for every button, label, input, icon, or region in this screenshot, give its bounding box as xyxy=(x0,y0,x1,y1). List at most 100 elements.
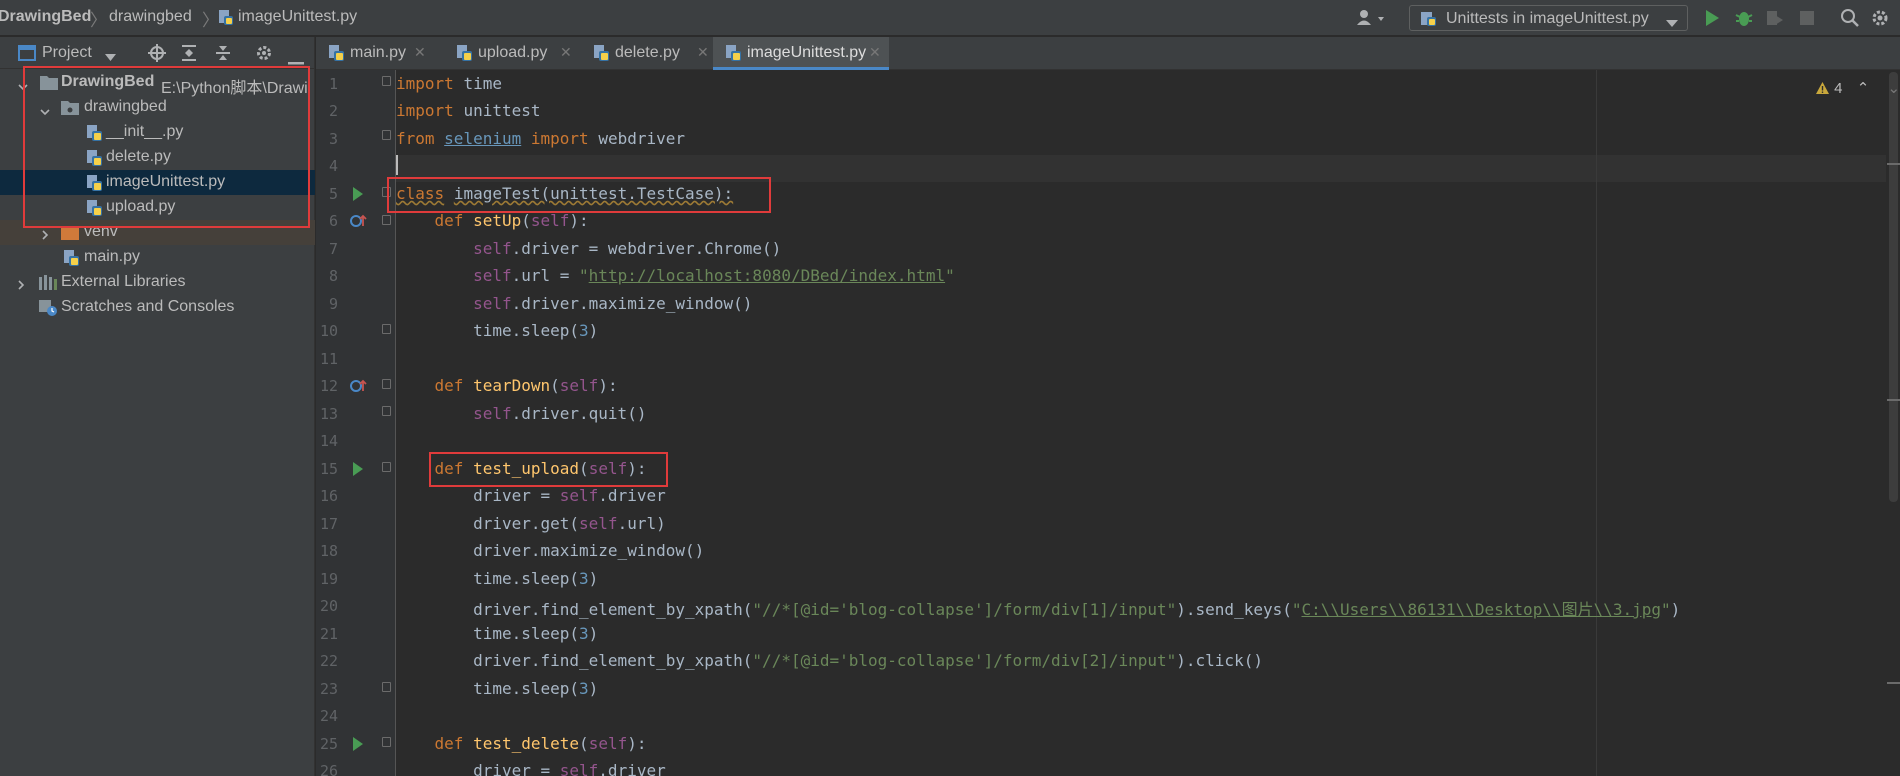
tab-label: upload.py xyxy=(478,44,548,61)
code-token: def xyxy=(434,376,464,395)
annotation-highlight-box xyxy=(429,452,668,487)
override-method-icon[interactable] xyxy=(350,379,368,397)
line-number: 4 xyxy=(328,157,338,175)
code-line-12: def tearDown(self): xyxy=(434,376,618,395)
editor-scrollbar[interactable] xyxy=(1889,72,1898,502)
code-token: import xyxy=(396,74,454,93)
chevron-down-icon xyxy=(1666,15,1678,32)
code-line-18: driver.maximize_window() xyxy=(396,541,705,560)
search-icon[interactable] xyxy=(1840,8,1860,32)
code-token: import xyxy=(530,129,589,148)
settings-gear-icon[interactable] xyxy=(255,44,273,66)
code-token: self xyxy=(473,266,512,285)
stop-icon[interactable] xyxy=(1800,11,1814,29)
tree-item-label: External Libraries xyxy=(61,273,186,290)
close-icon[interactable]: ✕ xyxy=(414,44,426,61)
tree-item-scratches[interactable]: Scratches and Consoles xyxy=(0,295,315,320)
locate-target-icon[interactable] xyxy=(148,44,166,66)
scroll-marker xyxy=(1887,163,1900,165)
fold-icon[interactable] xyxy=(382,737,391,747)
line-number: 1 xyxy=(328,75,338,93)
code-token: def xyxy=(434,734,464,753)
expand-all-icon[interactable] xyxy=(181,44,197,66)
code-line-22: driver.find_element_by_xpath("//*[@id='b… xyxy=(396,651,1263,670)
code-token: from xyxy=(396,129,435,148)
close-icon[interactable]: ✕ xyxy=(697,44,709,61)
code-token: webdriver xyxy=(598,129,686,148)
run-test-icon[interactable] xyxy=(353,187,363,201)
run-configuration-label: Unittests in imageUnittest.py xyxy=(1446,10,1649,27)
run-test-icon[interactable] xyxy=(353,462,363,476)
code-line-8: self.url = "http://localhost:8080/DBed/i… xyxy=(473,266,955,285)
tree-item-label: main.py xyxy=(84,248,141,265)
chevron-up-icon[interactable]: ⌃ xyxy=(1857,80,1870,97)
line-number: 15 xyxy=(319,460,338,478)
code-token: test_delete xyxy=(473,734,580,753)
fold-icon[interactable] xyxy=(382,76,391,86)
editor-gutter xyxy=(316,70,396,776)
scroll-marker xyxy=(1887,399,1900,401)
tree-item-main[interactable]: main.py xyxy=(0,245,315,270)
debug-icon[interactable] xyxy=(1735,9,1753,31)
line-number: 7 xyxy=(328,240,338,258)
run-with-coverage-icon[interactable] xyxy=(1765,9,1785,31)
python-run-icon xyxy=(1420,11,1440,31)
breadcrumb-project[interactable]: DrawingBed xyxy=(0,8,91,26)
python-file-icon xyxy=(63,249,80,271)
code-line-25: def test_delete(self): xyxy=(434,734,647,753)
fold-icon[interactable] xyxy=(382,379,391,389)
annotation-highlight-box xyxy=(23,66,310,228)
vcs-user-icon[interactable] xyxy=(1356,9,1386,31)
tab-upload[interactable]: upload.py ✕ xyxy=(444,37,578,70)
line-number: 22 xyxy=(319,652,338,670)
fold-icon[interactable] xyxy=(382,406,391,416)
run-test-icon[interactable] xyxy=(353,737,363,751)
run-icon[interactable] xyxy=(1704,9,1720,31)
breadcrumb-folder[interactable]: drawingbed xyxy=(109,8,192,26)
code-line-9: self.driver.maximize_window() xyxy=(473,294,753,313)
code-token: "//*[@id='blog-collapse']/form/div[1]/in… xyxy=(752,600,1177,619)
fold-icon[interactable] xyxy=(382,130,391,140)
navigation-bar: DrawingBed 〉 drawingbed 〉 imageUnittest.… xyxy=(0,0,1900,36)
python-file-icon xyxy=(218,9,234,30)
tab-imageunittest[interactable]: imageUnittest.py ✕ xyxy=(713,37,889,70)
line-number: 13 xyxy=(319,405,338,423)
tab-main[interactable]: main.py ✕ xyxy=(316,37,432,70)
fold-icon[interactable] xyxy=(382,324,391,334)
code-token: import xyxy=(396,101,454,120)
collapse-all-icon[interactable] xyxy=(215,44,231,66)
code-token: def xyxy=(434,211,464,230)
line-number: 19 xyxy=(319,570,338,588)
code-url-link[interactable]: http://localhost:8080/DBed/index.html xyxy=(589,266,945,285)
tree-item-external-libraries[interactable]: External Libraries xyxy=(0,270,315,295)
code-line-26: driver = self.driver xyxy=(396,761,666,776)
code-token: 3 xyxy=(579,569,589,588)
code-line-19: time.sleep(3) xyxy=(396,569,599,588)
code-token[interactable]: selenium xyxy=(444,129,521,148)
code-token: self xyxy=(588,734,628,753)
code-line-23: time.sleep(3) xyxy=(396,679,599,698)
override-method-icon[interactable] xyxy=(350,214,368,232)
line-number: 5 xyxy=(328,185,338,203)
line-number: 10 xyxy=(319,322,338,340)
close-icon[interactable]: ✕ xyxy=(869,44,881,61)
fold-icon[interactable] xyxy=(382,215,391,225)
code-line-2: import unittest xyxy=(396,101,541,120)
code-path-string[interactable]: C:\\Users\\86131\\Desktop\\图片\\3.jpg xyxy=(1302,600,1662,619)
code-line-17: driver.get(self.url) xyxy=(396,514,666,533)
run-configuration-selector[interactable]: Unittests in imageUnittest.py xyxy=(1409,5,1688,31)
fold-icon[interactable] xyxy=(382,682,391,692)
code-token: 3 xyxy=(579,321,589,340)
close-icon[interactable]: ✕ xyxy=(560,44,572,61)
code-token: self xyxy=(473,239,512,258)
settings-gear-icon[interactable] xyxy=(1870,8,1890,32)
tab-delete[interactable]: delete.py ✕ xyxy=(581,37,711,70)
code-line-6: def setUp(self): xyxy=(434,211,589,230)
fold-icon[interactable] xyxy=(382,462,391,472)
python-file-icon xyxy=(328,44,345,66)
chevron-down-icon[interactable] xyxy=(105,49,116,66)
project-view-title[interactable]: Project xyxy=(42,44,92,62)
code-token: time xyxy=(463,74,502,93)
breadcrumb-file[interactable]: imageUnittest.py xyxy=(238,8,357,26)
inspection-widget[interactable]: 4 ⌃ ⌄ xyxy=(1815,79,1900,99)
